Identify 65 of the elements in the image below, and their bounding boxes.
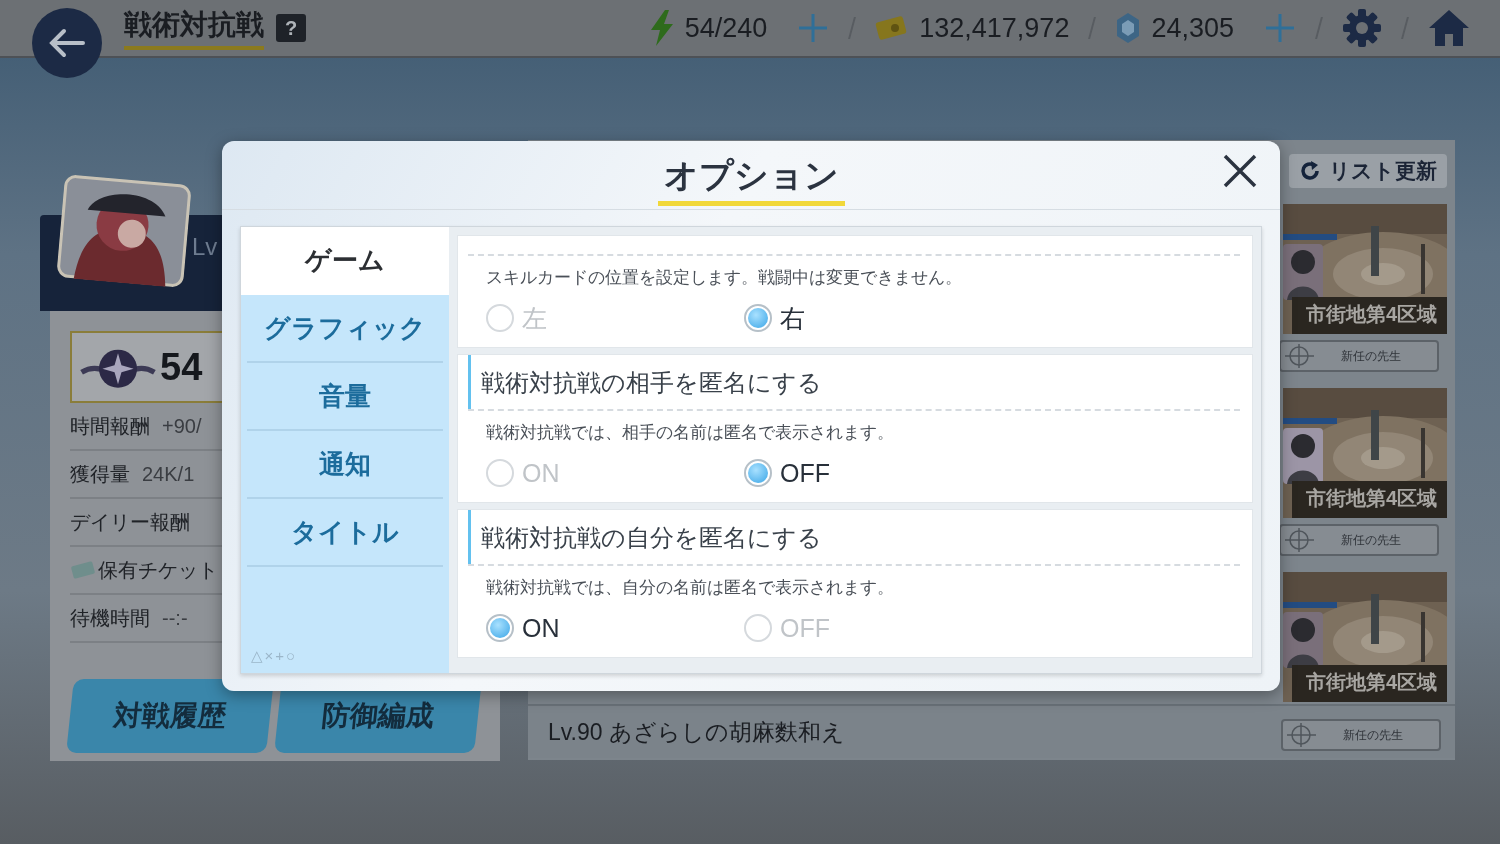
settings-tab[interactable]: 音量 bbox=[247, 363, 443, 431]
home-icon bbox=[1428, 8, 1470, 48]
option-label: OFF bbox=[780, 613, 830, 643]
option-label: ON bbox=[522, 613, 560, 643]
option-label: ON bbox=[522, 458, 560, 488]
add-button[interactable] bbox=[1264, 12, 1296, 44]
opponent-name-button[interactable]: 新任の先生 bbox=[1279, 340, 1439, 372]
radio-button[interactable] bbox=[486, 614, 514, 642]
section-description: 戦術対抗戦では、自分の名前は匿名で表示されます。 bbox=[485, 577, 895, 599]
section-description: 戦術対抗戦では、相手の名前は匿名で表示されます。 bbox=[485, 422, 895, 444]
radio-button[interactable] bbox=[744, 614, 772, 642]
settings-button[interactable] bbox=[1342, 8, 1382, 48]
refresh-button[interactable]: リスト更新 bbox=[1289, 154, 1447, 188]
close-button[interactable] bbox=[1222, 153, 1258, 189]
settings-icon bbox=[1342, 8, 1382, 48]
stat-label: 保有チケット bbox=[98, 557, 218, 583]
help-button[interactable]: ? bbox=[276, 14, 306, 42]
radio-button[interactable] bbox=[744, 304, 772, 332]
button-symbols: △×+○ bbox=[251, 647, 298, 665]
dialog-title: オプション bbox=[657, 153, 845, 206]
radio-button[interactable] bbox=[744, 459, 772, 487]
level-label: Lv bbox=[192, 233, 218, 261]
stat-label: デイリー報酬 bbox=[70, 509, 190, 535]
settings-tab[interactable]: ゲーム bbox=[241, 227, 449, 295]
back-arrow-icon bbox=[49, 28, 85, 58]
stat-value: --:- bbox=[162, 606, 188, 630]
credit-count: 132,417,972 bbox=[919, 12, 1070, 44]
option-label: OFF bbox=[780, 458, 830, 488]
stat-value: 24K/1 bbox=[142, 462, 195, 486]
crosshair-icon bbox=[1287, 721, 1317, 749]
opponent-name-button[interactable]: 新任の先生 bbox=[1281, 719, 1441, 751]
settings-tab[interactable]: グラフィック bbox=[247, 295, 443, 363]
stamina-count: 54/240 bbox=[684, 12, 768, 44]
stat-label: 待機時間 bbox=[70, 605, 150, 631]
section-description: スキルカードの位置を設定します。戦闘中は変更できません。 bbox=[485, 267, 963, 289]
lightning-icon bbox=[648, 10, 675, 46]
screen-title: 戦術対抗戦 bbox=[124, 6, 264, 50]
settings-tab[interactable]: タイトル bbox=[247, 499, 443, 567]
crosshair-icon bbox=[1285, 342, 1315, 370]
section-heading: 戦術対抗戦の自分を匿名にする bbox=[468, 510, 1240, 564]
add-button[interactable] bbox=[797, 12, 830, 44]
option-label: 右 bbox=[780, 302, 805, 334]
opponent-title: Lv.90 あざらしの胡麻麩和え bbox=[548, 717, 845, 747]
gem-count: 24,305 bbox=[1151, 12, 1234, 44]
area-label: 市街地第4区域 bbox=[1291, 297, 1447, 334]
crosshair-icon bbox=[1285, 526, 1315, 554]
area-label: 市街地第4区域 bbox=[1291, 481, 1447, 518]
plus-icon bbox=[797, 12, 830, 44]
radio-button[interactable] bbox=[486, 459, 514, 487]
opponent-name-button[interactable]: 新任の先生 bbox=[1279, 524, 1439, 556]
area-label: 市街地第4区域 bbox=[1291, 665, 1447, 702]
settings-tab[interactable]: 通知 bbox=[247, 431, 443, 499]
gem-icon bbox=[1115, 12, 1142, 44]
plus-icon bbox=[1264, 12, 1296, 44]
stat-value: +90/ bbox=[162, 414, 202, 438]
home-button[interactable] bbox=[1428, 8, 1470, 48]
refresh-icon bbox=[1299, 160, 1321, 182]
rank-number: 54 bbox=[160, 345, 203, 389]
stat-label: 時間報酬 bbox=[70, 413, 150, 439]
radio-button[interactable] bbox=[486, 304, 514, 332]
close-icon bbox=[1222, 153, 1258, 189]
section-heading: 戦術対抗戦の相手を匿名にする bbox=[468, 355, 1240, 409]
tab-button[interactable]: 対戦履歴 bbox=[66, 679, 274, 753]
stat-label: 獲得量 bbox=[70, 461, 130, 487]
option-label: 左 bbox=[522, 302, 547, 334]
